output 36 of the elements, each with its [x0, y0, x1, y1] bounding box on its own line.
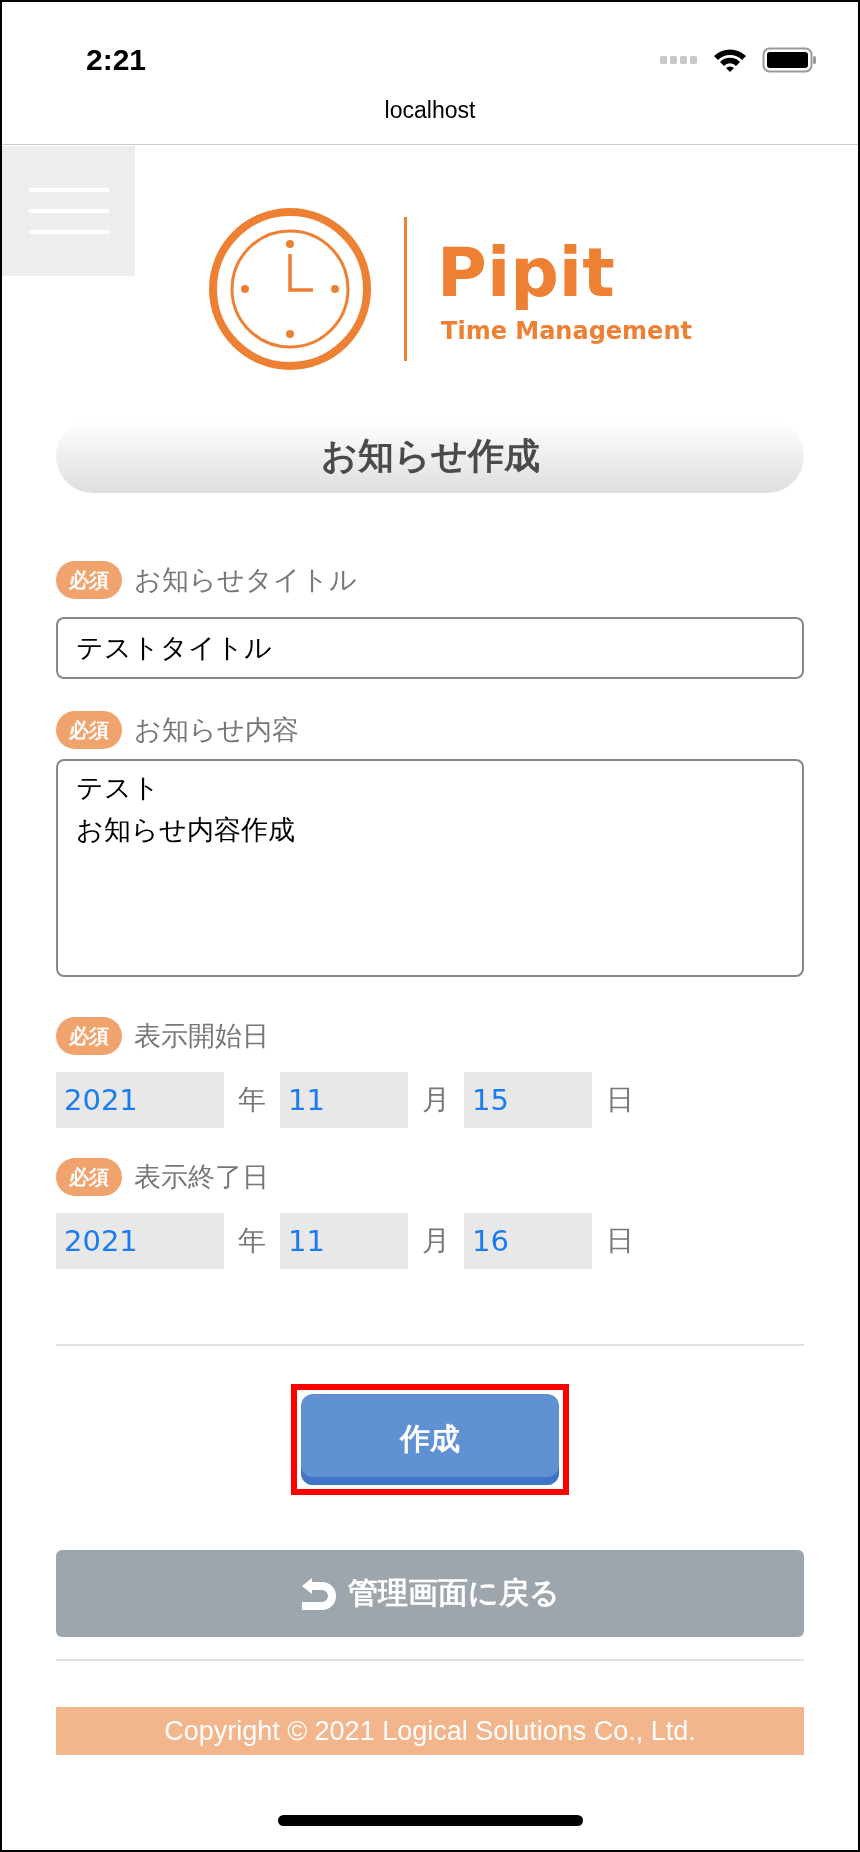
field-label: お知らせタイトル	[134, 563, 357, 597]
clock-icon	[208, 207, 373, 371]
textarea-line: お知らせ内容作成	[76, 814, 295, 845]
content-textarea[interactable]: テスト お知らせ内容作成	[56, 759, 804, 977]
date-unit: 月	[422, 1082, 450, 1118]
date-unit: 年	[238, 1223, 266, 1259]
back-button[interactable]: 管理画面に戻る	[56, 1550, 804, 1637]
battery-icon	[762, 46, 818, 73]
required-badge: 必須	[56, 1158, 122, 1196]
date-input[interactable]: 16	[464, 1213, 592, 1269]
date-input[interactable]: 2021	[56, 1072, 224, 1128]
date-input[interactable]: 2021	[56, 1213, 224, 1269]
field-label: 表示終了日	[134, 1160, 269, 1194]
return-icon	[300, 1576, 338, 1611]
status-time: 2:21	[86, 42, 147, 77]
date-input[interactable]: 11	[280, 1072, 408, 1128]
field-label: お知らせ内容	[134, 713, 299, 747]
date-input[interactable]: 15	[464, 1072, 592, 1128]
field-label: 表示開始日	[134, 1019, 269, 1053]
required-badge: 必須	[56, 1017, 122, 1055]
textarea-line: テスト	[76, 772, 160, 803]
date-unit: 日	[606, 1082, 634, 1118]
signal-icon	[660, 54, 698, 65]
copyright-footer: Copyright © 2021 Logical Solutions Co., Ltd.	[56, 1707, 804, 1755]
date-input[interactable]: 11	[280, 1213, 408, 1269]
date-unit: 月	[422, 1223, 450, 1259]
address-text[interactable]: localhost	[384, 97, 476, 124]
menu-button[interactable]	[2, 146, 135, 276]
date-unit: 年	[238, 1082, 266, 1118]
create-button[interactable]: 作成	[301, 1394, 559, 1485]
title-input[interactable]: テストタイトル	[56, 617, 804, 679]
logo-tagline: Time Management	[441, 317, 692, 345]
required-badge: 必須	[56, 711, 122, 749]
date-unit: 日	[606, 1223, 634, 1259]
required-badge: 必須	[56, 561, 122, 599]
logo-name: Pipit	[437, 233, 616, 313]
